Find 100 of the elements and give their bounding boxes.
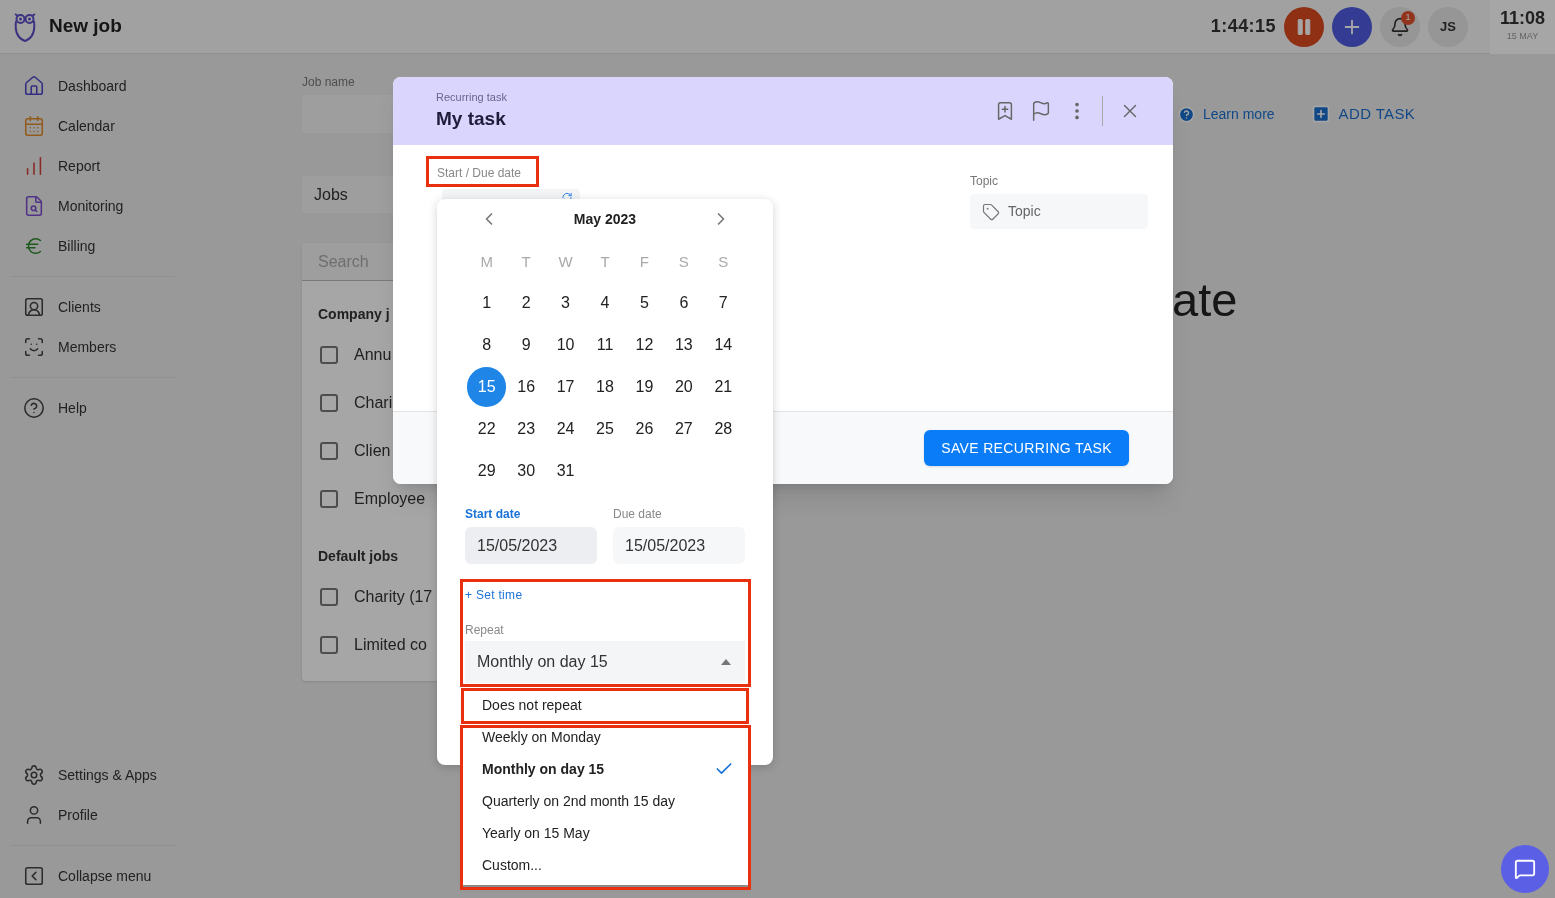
calendar-day[interactable]: 2 <box>506 283 546 323</box>
checkbox[interactable] <box>320 394 338 412</box>
repeat-select[interactable]: Monthly on day 15 <box>465 641 745 683</box>
calendar-day[interactable]: 18 <box>585 367 625 407</box>
calendar-day[interactable]: 22 <box>467 409 507 449</box>
calendar-day[interactable]: 12 <box>624 325 665 365</box>
calendar-day[interactable]: 5 <box>624 283 665 323</box>
field-label: Due date <box>613 507 663 521</box>
flag-icon[interactable] <box>1030 100 1052 122</box>
checkbox[interactable] <box>320 636 338 654</box>
job-label: Clien <box>354 441 391 461</box>
menu-option[interactable]: Monthly on day 15 <box>462 753 748 785</box>
weekday-label: T <box>520 252 532 273</box>
calendar-day[interactable]: 10 <box>545 325 586 365</box>
calendar-day[interactable]: 21 <box>703 367 743 407</box>
weekday-label: M <box>479 252 494 273</box>
checkbox[interactable] <box>320 346 338 364</box>
nav-link[interactable]: Members <box>58 336 117 358</box>
user-avatar[interactable]: JS <box>1428 6 1468 47</box>
menu-option[interactable]: Custom... <box>462 849 748 881</box>
menu-option[interactable]: Does not repeat <box>462 689 748 721</box>
calendar-day[interactable]: 6 <box>664 283 704 323</box>
weekday-label: W <box>557 252 574 273</box>
calendar-icon <box>23 115 45 137</box>
calendar-day[interactable]: 8 <box>467 325 507 365</box>
menu-option[interactable]: Yearly on 15 May <box>462 817 748 849</box>
checkbox[interactable] <box>320 588 338 606</box>
calendar-day[interactable]: 28 <box>703 409 743 449</box>
chat-icon <box>1514 858 1536 880</box>
weekday-label: S <box>717 252 730 273</box>
job-label: Chari <box>354 393 393 413</box>
menu-option[interactable]: Weekly on Monday <box>462 721 748 753</box>
calendar-day[interactable]: 31 <box>545 451 586 491</box>
save-button[interactable]: SAVE RECURRING TASK <box>924 430 1129 466</box>
calendar-day[interactable]: 16 <box>506 367 546 407</box>
dialog-subtitle: Recurring task <box>436 89 507 105</box>
calendar-day[interactable]: 11 <box>585 325 625 365</box>
month-title: May 2023 <box>573 210 637 229</box>
nav-link[interactable]: Collapse menu <box>58 865 152 887</box>
calendar-day[interactable]: 14 <box>703 325 743 365</box>
field-label: Topic <box>970 173 999 190</box>
field-label: Repeat <box>465 623 504 637</box>
nav-link[interactable]: Clients <box>58 296 101 318</box>
contact-card-icon <box>23 296 45 318</box>
file-search-icon <box>23 195 45 217</box>
bell-icon <box>1390 16 1410 37</box>
job-label: Employee <box>354 489 426 509</box>
date-field[interactable]: 15/05/2023 <box>613 527 745 564</box>
house-icon <box>23 75 45 97</box>
calendar-day[interactable]: 7 <box>703 283 743 323</box>
date-field[interactable]: 15/05/2023 <box>465 527 597 564</box>
clock-date: 15 MAY <box>1506 30 1539 44</box>
group-heading: Company j <box>318 304 390 324</box>
nav-link[interactable]: Billing <box>58 235 96 257</box>
calendar-day[interactable]: 17 <box>545 367 586 407</box>
page-title: New job <box>49 14 122 39</box>
calendar-day[interactable]: 27 <box>664 409 704 449</box>
nav-link[interactable]: Profile <box>58 804 98 826</box>
clock-time: 11:08 <box>1499 9 1545 28</box>
calendar-day[interactable]: 26 <box>624 409 665 449</box>
pause-button[interactable] <box>1284 6 1324 47</box>
calendar-day[interactable]: 29 <box>467 451 507 491</box>
collapse-icon <box>23 865 45 887</box>
calendar-day[interactable]: 30 <box>506 451 546 491</box>
field-label: Job name <box>302 74 356 91</box>
nav-link[interactable]: Calendar <box>58 115 115 137</box>
weekday-label: F <box>638 252 650 273</box>
calendar-day[interactable]: 1 <box>467 283 507 323</box>
calendar-day[interactable]: 15 <box>467 367 507 407</box>
help-icon <box>23 397 45 419</box>
dialog-title: My task <box>436 107 507 131</box>
settings-icon <box>23 764 45 786</box>
calendar-day[interactable]: 25 <box>585 409 625 449</box>
menu-option[interactable]: Quarterly on 2nd month 15 day <box>462 785 748 817</box>
calendar-day[interactable]: 4 <box>585 283 625 323</box>
nav-link[interactable]: Monitoring <box>58 195 124 217</box>
calendar-day[interactable]: 19 <box>624 367 665 407</box>
field-label: Start / Due date <box>437 165 522 182</box>
tag-icon <box>982 202 1000 221</box>
nav-link[interactable]: Settings & Apps <box>58 764 157 786</box>
nav-link[interactable]: Help <box>58 397 87 419</box>
add-button[interactable] <box>1332 6 1372 47</box>
calendar-day[interactable]: 13 <box>664 325 704 365</box>
calendar-day[interactable]: 9 <box>506 325 546 365</box>
topic-field[interactable]: Topic <box>970 194 1148 229</box>
calendar-day[interactable]: 20 <box>664 367 704 407</box>
weekday-label: S <box>677 252 690 273</box>
calendar-day[interactable]: 23 <box>506 409 546 449</box>
job-label: Limited co <box>354 635 427 655</box>
nav-link[interactable]: Dashboard <box>58 75 127 97</box>
calendar-day[interactable]: 24 <box>545 409 586 449</box>
weekday-label: T <box>599 252 611 273</box>
checkbox[interactable] <box>320 490 338 508</box>
nav-link[interactable]: Report <box>58 155 101 177</box>
checkbox[interactable] <box>320 442 338 460</box>
set-time-link[interactable]: + Set time <box>465 588 523 602</box>
calendar-day[interactable]: 3 <box>545 283 586 323</box>
chat-button[interactable] <box>1501 845 1549 893</box>
job-label: Charity (17 <box>354 587 433 607</box>
add-icon <box>1310 104 1331 125</box>
